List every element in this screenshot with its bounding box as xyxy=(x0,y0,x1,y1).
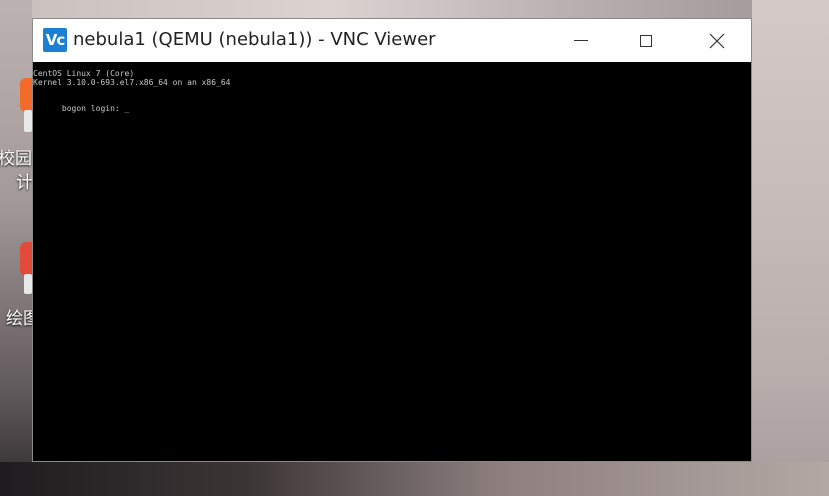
desktop-background xyxy=(0,0,829,20)
desktop-background-right xyxy=(752,0,829,496)
console-line-login[interactable]: bogon login: _ xyxy=(33,95,129,122)
title-bar[interactable]: Vc nebula1 (QEMU (nebula1)) - VNC Viewer xyxy=(33,19,751,62)
window-title: nebula1 (QEMU (nebula1)) - VNC Viewer xyxy=(73,29,436,50)
desktop-icon-label: 校园 xyxy=(0,149,32,169)
console-line-kernel: Kernel 3.10.0-693.el7.x86_64 on an x86_6… xyxy=(33,78,231,87)
minimize-button[interactable] xyxy=(558,19,604,62)
campus-app-icon-shadow xyxy=(24,110,32,132)
desktop-background-bottom xyxy=(0,462,829,496)
desktop-icon-draw[interactable]: 绘图 xyxy=(0,230,54,330)
draw-app-icon-shadow xyxy=(24,274,32,294)
vnc-viewer-icon: Vc xyxy=(43,28,67,52)
close-icon xyxy=(709,33,725,48)
minimize-icon xyxy=(574,40,588,41)
desktop-icon-label-2: 计 xyxy=(16,173,33,193)
text-cursor: _ xyxy=(124,104,130,113)
remote-console[interactable]: CentOS Linux 7 (Core) Kernel 3.10.0-693.… xyxy=(33,62,751,461)
console-line-os: CentOS Linux 7 (Core) xyxy=(33,69,135,78)
maximize-button[interactable] xyxy=(623,19,669,62)
close-button[interactable] xyxy=(694,19,740,62)
vnc-viewer-window[interactable]: Vc nebula1 (QEMU (nebula1)) - VNC Viewer… xyxy=(32,18,752,462)
maximize-icon xyxy=(640,34,652,47)
desktop-icon-campus[interactable]: 校园 计 xyxy=(0,60,54,200)
login-prompt: bogon login: xyxy=(61,104,125,113)
